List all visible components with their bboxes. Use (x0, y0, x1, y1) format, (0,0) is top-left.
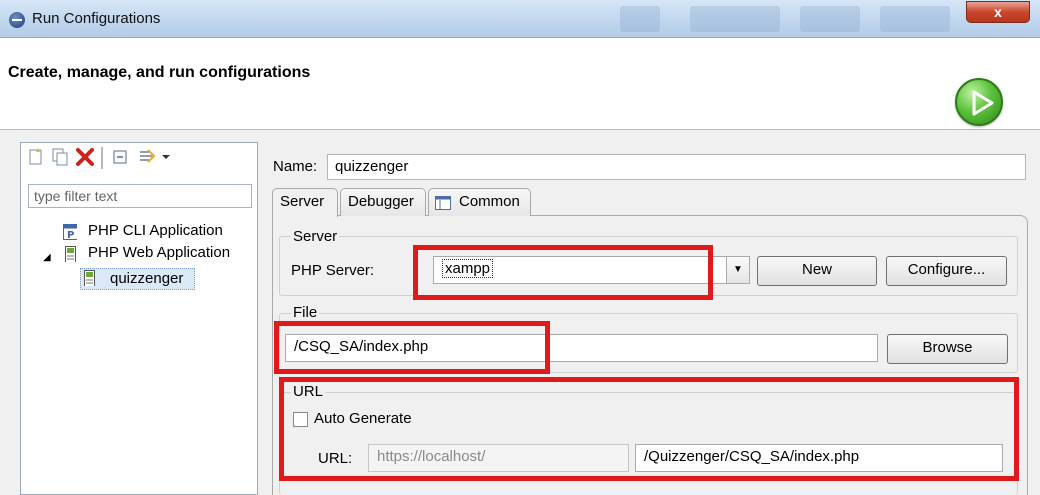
new-config-icon[interactable] (27, 147, 49, 169)
tree-item-label: quizzenger (110, 270, 184, 287)
dialog-header: Create, manage, and run configurations (0, 38, 1040, 130)
title-bar: Run Configurations x (0, 0, 1040, 38)
file-group-title: File (291, 304, 320, 321)
background-blur (800, 6, 860, 32)
chevron-down-icon[interactable]: ▼ (726, 257, 749, 283)
php-server-label: PHP Server: (291, 262, 375, 279)
run-icon (955, 78, 1003, 126)
duplicate-icon[interactable] (51, 147, 73, 169)
window-title: Run Configurations (32, 10, 161, 27)
background-blur (690, 6, 780, 32)
tree-item-quizzenger[interactable]: quizzenger (80, 268, 195, 290)
filter-menu-icon[interactable] (137, 147, 175, 169)
close-button[interactable]: x (966, 1, 1030, 23)
tab-debugger[interactable]: Debugger (340, 188, 426, 216)
browse-button[interactable]: Browse (887, 334, 1008, 364)
name-input[interactable]: quizzenger (327, 154, 1026, 180)
tab-label: Common (459, 193, 520, 210)
new-server-button[interactable]: New (757, 256, 877, 286)
php-server-value: xampp (442, 259, 494, 278)
toolbar-separator (101, 147, 103, 169)
url-base-input: https://localhost/ (368, 444, 629, 472)
url-path-input[interactable]: /Quizzenger/CSQ_SA/index.php (635, 444, 1003, 472)
auto-generate-label: Auto Generate (314, 410, 412, 427)
url-label: URL: (318, 450, 353, 467)
eclipse-icon (9, 12, 25, 28)
svg-text:P: P (67, 230, 74, 240)
tree-item-label: PHP Web Application (88, 244, 231, 261)
tab-common[interactable]: Common (428, 188, 531, 216)
tab-server[interactable]: Server (272, 188, 338, 217)
background-blur (620, 6, 660, 32)
auto-generate-checkbox[interactable] (293, 412, 308, 427)
php-server-select[interactable]: xampp ▼ (433, 256, 750, 284)
delete-icon[interactable] (75, 147, 97, 169)
name-label: Name: (273, 158, 318, 175)
url-group-title: URL (291, 383, 326, 400)
background-blur (880, 6, 950, 32)
tree-item-label: PHP CLI Application (88, 222, 223, 239)
collapse-all-icon[interactable] (111, 147, 133, 169)
expand-arrow-icon[interactable]: ◢ (43, 252, 51, 263)
header-title: Create, manage, and run configurations (8, 64, 311, 81)
configure-button[interactable]: Configure... (886, 256, 1007, 286)
file-input[interactable]: /CSQ_SA/index.php (285, 334, 878, 362)
common-tab-icon (435, 196, 451, 210)
filter-input[interactable]: type filter text (28, 184, 252, 208)
server-group-title: Server (291, 228, 340, 245)
